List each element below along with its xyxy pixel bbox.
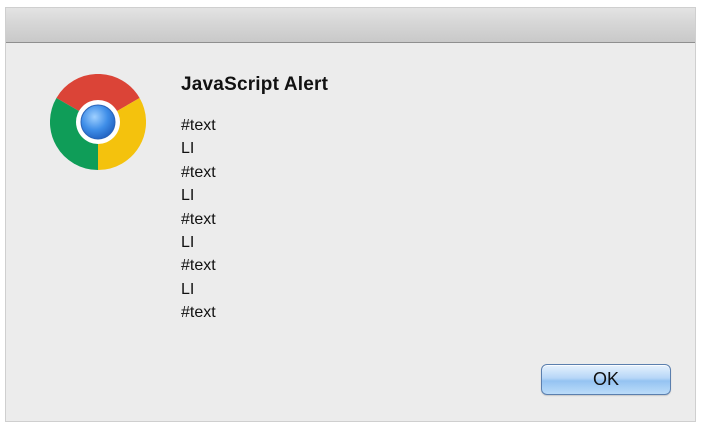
message-line: LI <box>181 187 195 205</box>
message-line: #text <box>181 210 216 228</box>
message-line: LI <box>181 140 195 158</box>
dialog-title-bar[interactable] <box>6 8 695 43</box>
message-line: #text <box>181 163 216 181</box>
message-line: LI <box>181 234 195 252</box>
chrome-logo-icon <box>49 73 147 170</box>
dialog-title: JavaScript Alert <box>181 74 329 95</box>
message-line: #text <box>181 117 216 134</box>
message-line: #text <box>181 257 216 275</box>
alert-message: #text LI #text LI #text LI #text LI #tex… <box>181 114 216 325</box>
message-line: #text <box>181 304 216 322</box>
ok-button[interactable]: OK <box>541 364 671 395</box>
alert-dialog: JavaScript Alert #text LI #text LI #text… <box>6 8 695 421</box>
message-line: LI <box>181 280 195 298</box>
